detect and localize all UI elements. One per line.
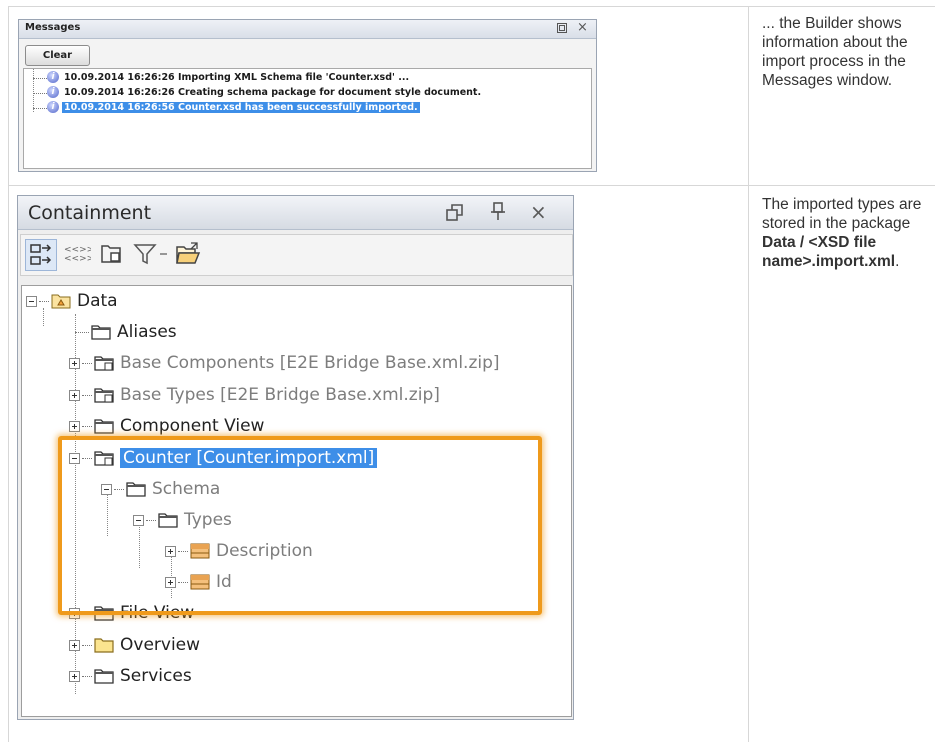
tree-connector [82, 362, 92, 364]
highlight-box [58, 436, 542, 615]
shared-package-icon [94, 356, 114, 371]
description-containment: The imported types are stored in the pac… [762, 195, 932, 271]
message-row[interactable]: i 10.09.2014 16:26:26 Creating schema pac… [33, 86, 483, 100]
package-icon [94, 419, 114, 434]
tree-item-data[interactable]: Data [26, 286, 118, 316]
close-icon[interactable]: × [577, 20, 588, 35]
xml-icon[interactable]: <<>> <<>> [61, 239, 94, 269]
tree-item-label: Base Components [E2E Bridge Base.xml.zip… [120, 353, 500, 373]
folder-icon [94, 638, 114, 653]
dropdown-icon[interactable] [157, 239, 171, 269]
message-text: 10.09.2014 16:26:56 Counter.xsd has been… [62, 101, 420, 113]
collapse-icon[interactable] [26, 295, 37, 307]
tree-item-label: Base Types [E2E Bridge Base.xml.zip] [120, 385, 440, 405]
tree-connector [39, 300, 49, 302]
tree-item-overview[interactable]: Overview [69, 630, 200, 660]
tree-item-label: Services [120, 666, 192, 686]
tree-connector [82, 425, 92, 427]
restore-icon[interactable] [557, 23, 567, 36]
table-top-border [8, 6, 935, 7]
expand-icon[interactable] [69, 639, 80, 651]
tree-connector [75, 331, 89, 333]
messages-window: Messages × Clear i 10.09.2014 16:26:26 Im… [18, 19, 597, 172]
expand-icon[interactable] [69, 389, 80, 401]
tree-item-base-types[interactable]: Base Types [E2E Bridge Base.xml.zip] [69, 380, 440, 410]
tree-item-label: Data [77, 291, 118, 311]
containment-title: Containment [28, 202, 152, 224]
tree-item-label: Aliases [117, 322, 177, 342]
tree-connector [33, 86, 47, 94]
messages-list[interactable]: i 10.09.2014 16:26:26 Importing XML Schem… [23, 68, 592, 169]
table-row-divider [8, 185, 935, 186]
tree-item-label: Overview [120, 635, 201, 655]
expand-icon[interactable] [69, 357, 80, 369]
svg-text:<<>>: <<>> [64, 254, 91, 264]
expand-icon[interactable] [69, 670, 80, 682]
description-containment-bold: Data / <XSD file name>.import.xml [762, 234, 896, 270]
messages-title-bar: Messages × [19, 20, 596, 39]
tree-connector [82, 394, 92, 396]
info-icon: i [47, 71, 59, 83]
message-row-selected[interactable]: i 10.09.2014 16:26:56 Counter.xsd has bee… [33, 101, 420, 115]
expand-icon[interactable] [25, 239, 57, 271]
message-text: 10.09.2014 16:26:26 Creating schema pack… [64, 86, 482, 98]
tree-connector [33, 71, 47, 79]
tree-connector [82, 644, 92, 646]
info-icon: i [47, 101, 59, 113]
description-containment-text: The imported types are stored in the pac… [762, 196, 922, 232]
tree-item-services[interactable]: Services [69, 661, 192, 691]
table-column-divider [748, 6, 749, 742]
package-icon [91, 325, 111, 340]
description-messages: ... the Builder shows information about … [762, 15, 908, 89]
info-icon: i [47, 86, 59, 98]
tree-connector [33, 101, 47, 109]
model-package-icon [51, 294, 71, 309]
message-text: 10.09.2014 16:26:26 Importing XML Schema… [64, 71, 410, 83]
open-folder-icon[interactable] [173, 239, 203, 269]
tree-connector [82, 675, 92, 677]
shared-package-icon [94, 388, 114, 403]
clear-button[interactable]: Clear [25, 45, 90, 66]
expand-icon[interactable] [69, 420, 80, 432]
containment-toolbar: <<>> <<>> [20, 234, 573, 276]
tree-item-aliases[interactable]: Aliases [75, 317, 177, 347]
package-icon [94, 669, 114, 684]
package-tree-icon[interactable] [97, 239, 127, 269]
table-left-border [8, 6, 9, 742]
description-containment-suffix: . [895, 253, 900, 270]
float-window-icon[interactable] [446, 203, 464, 227]
close-icon[interactable]: × [530, 200, 547, 224]
tree-item-label: Component View [120, 416, 265, 436]
tree-item-base-components[interactable]: Base Components [E2E Bridge Base.xml.zip… [69, 348, 500, 378]
pin-icon[interactable] [490, 202, 506, 227]
containment-title-bar: Containment × [18, 196, 573, 230]
message-row[interactable]: i 10.09.2014 16:26:26 Importing XML Schem… [33, 71, 411, 85]
messages-title: Messages [25, 22, 81, 33]
